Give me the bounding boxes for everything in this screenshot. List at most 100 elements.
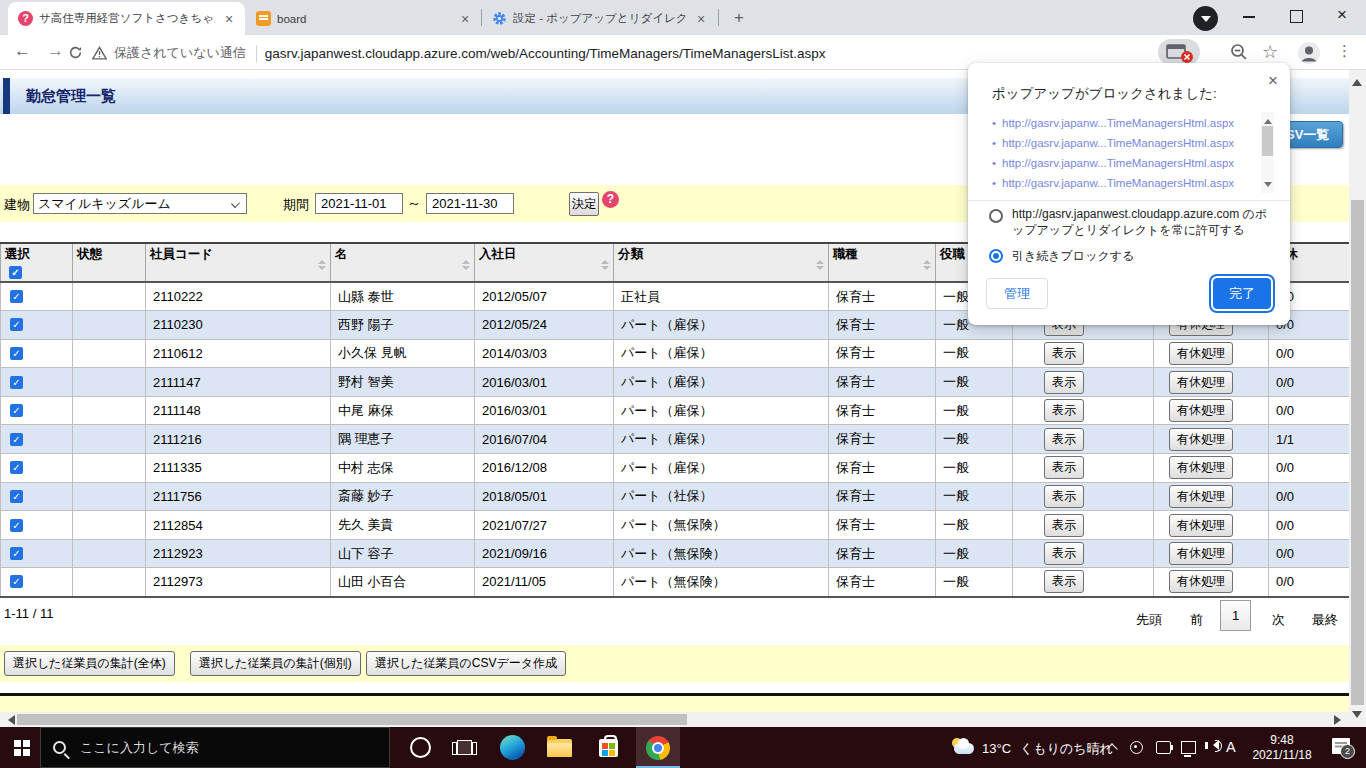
window-minimize-button[interactable] bbox=[1232, 0, 1266, 32]
volume-icon[interactable] bbox=[1208, 740, 1219, 750]
blocked-popup-link[interactable]: •http://gasrv.japanw...TimeManagersHtml.… bbox=[992, 133, 1242, 153]
row-checkbox[interactable]: ✓ bbox=[10, 433, 23, 446]
clock[interactable]: 9:48 2021/11/18 bbox=[1242, 733, 1322, 763]
battery-icon[interactable] bbox=[1156, 741, 1171, 754]
notification-icon[interactable]: 2 bbox=[1332, 738, 1350, 754]
show-button[interactable]: 表示 bbox=[1044, 570, 1084, 593]
row-checkbox[interactable]: ✓ bbox=[10, 290, 23, 303]
allow-radio[interactable] bbox=[989, 209, 1003, 223]
blocked-popup-link[interactable]: •http://gasrv.japanw...TimeManagersHtml.… bbox=[992, 173, 1242, 193]
tab-settings[interactable]: 設定 - ポップアップとリダイレクト × bbox=[482, 2, 717, 35]
url-text[interactable]: gasrv.japanwest.cloudapp.azure.com/web/A… bbox=[265, 46, 826, 61]
column-header[interactable]: 名 bbox=[331, 243, 475, 282]
scroll-left-arrow[interactable] bbox=[3, 715, 15, 725]
row-checkbox[interactable]: ✓ bbox=[10, 575, 23, 588]
row-checkbox[interactable]: ✓ bbox=[10, 347, 23, 360]
column-header[interactable]: 分類 bbox=[614, 243, 829, 282]
tab-board[interactable]: board × bbox=[246, 2, 481, 35]
dialog-close-icon[interactable]: × bbox=[1268, 71, 1278, 91]
paid-leave-button[interactable]: 有休処理 bbox=[1169, 514, 1233, 537]
done-button[interactable]: 完了 bbox=[1213, 278, 1271, 309]
action-button[interactable]: 選択した従業員のCSVデータ作成 bbox=[366, 651, 566, 676]
scroll-right-arrow[interactable] bbox=[1334, 715, 1346, 725]
back-icon[interactable]: ← bbox=[14, 41, 31, 61]
row-checkbox[interactable]: ✓ bbox=[10, 376, 23, 389]
task-view-icon[interactable] bbox=[452, 738, 477, 763]
microsoft-store-icon[interactable] bbox=[596, 736, 621, 761]
paid-leave-button[interactable]: 有休処理 bbox=[1169, 542, 1233, 565]
row-checkbox[interactable]: ✓ bbox=[10, 461, 23, 474]
start-button[interactable] bbox=[14, 740, 30, 756]
ime-indicator[interactable]: A bbox=[1226, 739, 1236, 755]
horizontal-scroll-thumb[interactable] bbox=[17, 714, 687, 725]
show-button[interactable]: 表示 bbox=[1044, 342, 1084, 365]
window-close-button[interactable]: × bbox=[1325, 0, 1359, 32]
vertical-scrollbar[interactable] bbox=[1349, 70, 1366, 727]
profile-avatar[interactable] bbox=[1297, 41, 1321, 69]
file-explorer-icon[interactable] bbox=[547, 739, 572, 757]
row-checkbox[interactable]: ✓ bbox=[10, 318, 23, 331]
reload-icon[interactable] bbox=[68, 45, 83, 65]
scroll-up-arrow[interactable] bbox=[1352, 74, 1362, 86]
cortana-icon[interactable] bbox=[410, 737, 431, 758]
date-to-input[interactable]: 2021-11-30 bbox=[426, 193, 514, 214]
tab-close-icon[interactable]: × bbox=[693, 11, 709, 27]
horizontal-scrollbar[interactable] bbox=[0, 712, 1349, 727]
window-maximize-button[interactable] bbox=[1279, 0, 1313, 32]
row-checkbox[interactable]: ✓ bbox=[10, 519, 23, 532]
chrome-taskbar-button[interactable] bbox=[636, 727, 680, 768]
sort-icon[interactable] bbox=[601, 256, 609, 274]
column-header[interactable]: 入社日 bbox=[475, 243, 614, 282]
select-all-checkbox[interactable]: ✓ bbox=[9, 266, 22, 279]
paid-leave-button[interactable]: 有休処理 bbox=[1169, 342, 1233, 365]
column-header[interactable]: 社員コード bbox=[146, 243, 331, 282]
submit-button[interactable]: 決定 bbox=[569, 192, 599, 216]
pagination-first[interactable]: 先頭 bbox=[1136, 611, 1162, 629]
manage-button[interactable]: 管理 bbox=[986, 278, 1048, 309]
zoom-icon[interactable] bbox=[1230, 43, 1248, 65]
row-checkbox[interactable]: ✓ bbox=[10, 547, 23, 560]
show-button[interactable]: 表示 bbox=[1044, 456, 1084, 479]
pagination-next[interactable]: 次 bbox=[1272, 611, 1285, 629]
security-label[interactable]: 保護されていない通信 bbox=[114, 44, 246, 62]
paid-leave-button[interactable]: 有休処理 bbox=[1169, 399, 1233, 422]
dialog-scroll-up[interactable] bbox=[1264, 115, 1272, 124]
action-button[interactable]: 選択した従業員の集計(全体) bbox=[4, 651, 175, 676]
date-from-input[interactable]: 2021-11-01 bbox=[315, 193, 403, 214]
show-button[interactable]: 表示 bbox=[1044, 399, 1084, 422]
dialog-scrollbar[interactable] bbox=[1261, 112, 1274, 193]
tab-close-icon[interactable]: × bbox=[457, 11, 473, 27]
edge-icon[interactable] bbox=[500, 735, 525, 760]
block-radio[interactable] bbox=[989, 249, 1003, 263]
meet-now-icon[interactable] bbox=[1130, 741, 1143, 754]
show-button[interactable]: 表示 bbox=[1044, 542, 1084, 565]
tab-satsuki[interactable]: ? サ高住専用経営ソフトさつきちゃん × bbox=[8, 2, 245, 35]
network-icon[interactable] bbox=[1181, 741, 1196, 754]
column-header[interactable]: 職種 bbox=[829, 243, 936, 282]
blocked-popup-link[interactable]: •http://gasrv.japanw...TimeManagersHtml.… bbox=[992, 153, 1242, 173]
pagination-prev[interactable]: 前 bbox=[1190, 611, 1203, 629]
vertical-scroll-thumb[interactable] bbox=[1351, 200, 1364, 705]
paid-leave-button[interactable]: 有休処理 bbox=[1169, 485, 1233, 508]
weather-icon[interactable] bbox=[952, 738, 976, 756]
pagination-page-button[interactable]: 1 bbox=[1220, 600, 1251, 631]
menu-dots-icon[interactable]: ⋮ bbox=[1337, 42, 1352, 60]
blocked-popup-link[interactable]: •http://gasrv.japanw...TimeManagersHtml.… bbox=[992, 113, 1242, 133]
forward-icon[interactable]: → bbox=[47, 41, 64, 61]
show-button[interactable]: 表示 bbox=[1044, 485, 1084, 508]
pagination-last[interactable]: 最終 bbox=[1312, 611, 1338, 629]
show-button[interactable]: 表示 bbox=[1044, 514, 1084, 537]
show-button[interactable]: 表示 bbox=[1044, 428, 1084, 451]
new-tab-button[interactable]: + bbox=[727, 7, 751, 31]
sort-icon[interactable] bbox=[318, 256, 326, 274]
show-button[interactable]: 表示 bbox=[1044, 371, 1084, 394]
dialog-scroll-down[interactable] bbox=[1264, 182, 1272, 191]
sort-icon[interactable] bbox=[816, 256, 824, 274]
sort-icon[interactable] bbox=[462, 256, 470, 274]
row-checkbox[interactable]: ✓ bbox=[10, 404, 23, 417]
tab-close-icon[interactable]: × bbox=[221, 11, 237, 27]
taskbar-search-input[interactable]: ここに入力して検索 bbox=[40, 727, 390, 768]
row-checkbox[interactable]: ✓ bbox=[10, 490, 23, 503]
help-icon[interactable]: ? bbox=[602, 191, 619, 208]
bookmark-star-icon[interactable]: ☆ bbox=[1262, 41, 1278, 63]
